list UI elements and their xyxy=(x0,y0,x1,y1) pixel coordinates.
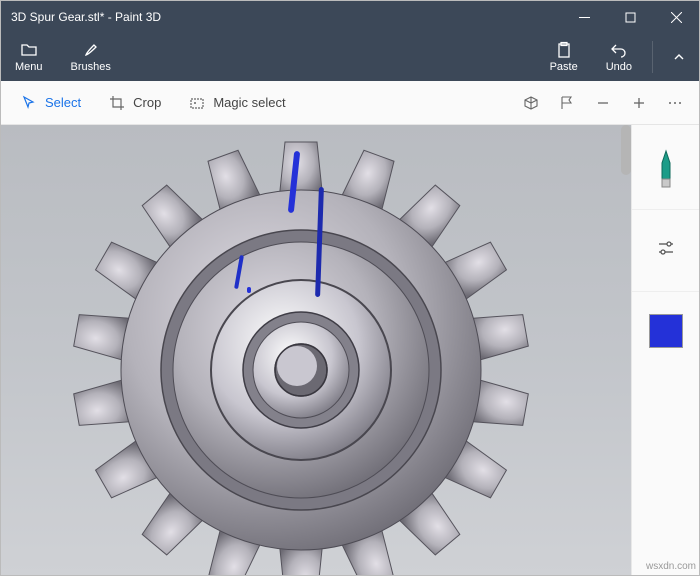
brushes-button[interactable]: Brushes xyxy=(57,33,125,81)
ellipsis-icon xyxy=(667,95,683,111)
crop-icon xyxy=(109,95,125,111)
menu-button[interactable]: Menu xyxy=(1,33,57,81)
crop-tool[interactable]: Crop xyxy=(95,89,175,117)
side-panel xyxy=(631,125,699,575)
canvas-3d-view[interactable] xyxy=(1,125,631,575)
brush-preview[interactable] xyxy=(651,149,681,189)
chevron-up-icon xyxy=(673,51,685,63)
select-tool[interactable]: Select xyxy=(7,89,95,117)
brushes-label: Brushes xyxy=(71,61,111,73)
undo-button[interactable]: Undo xyxy=(592,33,646,81)
marker-icon xyxy=(656,149,676,189)
plus-icon xyxy=(631,95,647,111)
minus-icon xyxy=(595,95,611,111)
cube-icon xyxy=(523,95,539,111)
toolbar: Select Crop Magic select xyxy=(1,81,699,125)
view-3d-button[interactable] xyxy=(513,89,549,117)
divider xyxy=(632,209,699,210)
clipboard-icon xyxy=(555,41,573,59)
divider xyxy=(652,41,653,73)
undo-icon xyxy=(610,41,628,59)
crop-label: Crop xyxy=(133,95,161,110)
expand-ribbon-button[interactable] xyxy=(659,33,699,81)
watermark: wsxdn.com xyxy=(646,561,696,572)
undo-label: Undo xyxy=(606,61,632,73)
vertical-scroll-thumb[interactable] xyxy=(621,125,631,175)
pen-stroke xyxy=(247,287,251,293)
paste-label: Paste xyxy=(550,61,578,73)
flag-icon xyxy=(559,95,575,111)
maximize-button[interactable] xyxy=(607,1,653,33)
gear-model[interactable] xyxy=(51,135,551,575)
close-button[interactable] xyxy=(653,1,699,33)
menu-label: Menu xyxy=(15,61,43,73)
folder-icon xyxy=(20,41,38,59)
divider xyxy=(632,291,699,292)
select-label: Select xyxy=(45,95,81,110)
cursor-icon xyxy=(21,95,37,111)
color-swatch[interactable] xyxy=(649,314,683,348)
paste-button[interactable]: Paste xyxy=(536,33,592,81)
magic-select-tool[interactable]: Magic select xyxy=(175,89,299,117)
more-button[interactable] xyxy=(657,89,693,117)
brush-icon xyxy=(82,41,100,59)
content-area xyxy=(1,125,699,575)
minimize-button[interactable] xyxy=(561,1,607,33)
window-title: 3D Spur Gear.stl* - Paint 3D xyxy=(1,1,561,33)
zoom-out-button[interactable] xyxy=(585,89,621,117)
flag-button[interactable] xyxy=(549,89,585,117)
magic-select-icon xyxy=(189,95,205,111)
app-window: 3D Spur Gear.stl* - Paint 3D Menu Brushe… xyxy=(0,0,700,576)
ribbon: Menu Brushes Paste Undo xyxy=(1,33,699,81)
sliders-icon xyxy=(656,238,676,258)
brush-settings-button[interactable] xyxy=(656,220,676,281)
zoom-in-button[interactable] xyxy=(621,89,657,117)
magic-select-label: Magic select xyxy=(213,95,285,110)
title-bar: 3D Spur Gear.stl* - Paint 3D xyxy=(1,1,699,33)
